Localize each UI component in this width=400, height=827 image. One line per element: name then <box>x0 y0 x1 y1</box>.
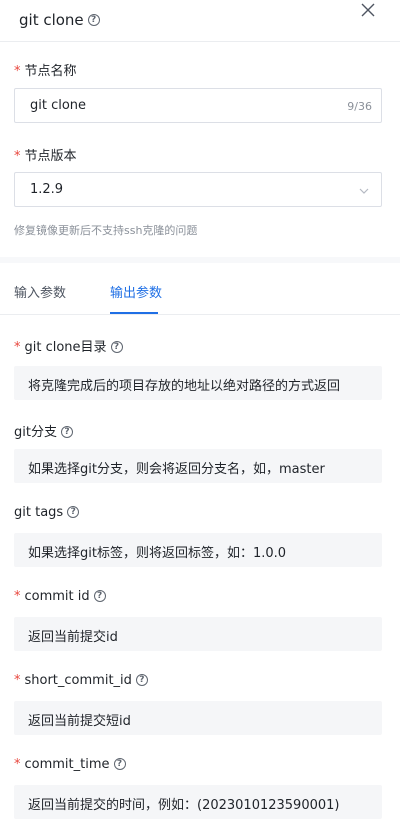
output-label-text: short_commit_id <box>24 673 132 688</box>
node-settings: * 节点名称 git clone 9/36 * 节点版本 1.2.9 修复镜像更新后… <box>0 42 400 257</box>
node-version-label-text: 节点版本 <box>24 149 77 164</box>
output-label-text: commit id <box>24 589 90 604</box>
tab-input-params[interactable]: 输入参数 <box>14 282 66 301</box>
output-desc-short-commit-id: 返回当前提交短id <box>14 701 382 735</box>
required-mark: * <box>14 149 21 164</box>
output-desc-text: 将克隆完成后的项目存放的地址以绝对路径的方式返回 <box>28 379 341 394</box>
help-circle-icon[interactable]: ? <box>135 673 148 686</box>
node-name-label: * 节点名称 <box>14 60 77 79</box>
output-label-commit-id: * commit id? <box>14 589 106 604</box>
output-desc-git-clone-dir: 将克隆完成后的项目存放的地址以绝对路径的方式返回 <box>14 366 382 400</box>
close-icon[interactable] <box>360 2 376 18</box>
output-desc-text: 返回当前提交id <box>28 630 118 645</box>
node-name-input[interactable]: git clone 9/36 <box>14 88 382 123</box>
required-mark: * <box>14 673 21 688</box>
node-name-label-text: 节点名称 <box>24 64 77 79</box>
chevron-down-icon <box>359 188 369 194</box>
help-circle-icon[interactable]: ? <box>87 13 100 26</box>
node-name-value: git clone <box>30 98 87 113</box>
output-label-short-commit-id: * short_commit_id? <box>14 673 148 688</box>
output-desc-text: 返回当前提交的时间，例如：(2023010123590001) <box>28 798 340 813</box>
required-mark: * <box>14 589 21 604</box>
output-label-git-tags: git tags? <box>14 505 80 520</box>
output-desc-git-tags: 如果选择git标签，则将返回标签，如：1.0.0 <box>14 533 382 567</box>
tab-output-params[interactable]: 输出参数 <box>110 282 162 301</box>
output-desc-text: 返回当前提交短id <box>28 714 131 729</box>
panel-title-row: git clone? <box>19 11 100 29</box>
node-version-select[interactable]: 1.2.9 <box>14 172 382 207</box>
output-label-git-clone-dir: * git clone目录? <box>14 336 123 355</box>
output-label-git-branch: git分支? <box>14 421 73 440</box>
output-label-commit-time: * commit_time? <box>14 757 126 772</box>
node-config-panel: git clone? * 节点名称 git clone 9/36 * 节点版本 1.… <box>0 0 400 827</box>
param-tabs: 输入参数 输出参数 <box>0 263 400 315</box>
output-label-text: git分支 <box>14 425 57 440</box>
required-mark: * <box>14 64 21 79</box>
help-circle-icon[interactable]: ? <box>93 589 106 602</box>
help-circle-icon[interactable]: ? <box>60 425 73 438</box>
panel-header: git clone? <box>0 0 400 42</box>
output-desc-text: 如果选择git标签，则将返回标签，如：1.0.0 <box>28 546 287 561</box>
help-circle-icon[interactable]: ? <box>113 757 126 770</box>
help-circle-icon[interactable]: ? <box>67 505 80 518</box>
node-version-value: 1.2.9 <box>30 182 64 197</box>
output-label-text: commit_time <box>24 757 110 772</box>
active-tab-indicator <box>110 312 158 314</box>
help-circle-icon[interactable]: ? <box>110 340 123 353</box>
output-label-text: git clone目录 <box>24 340 107 355</box>
required-mark: * <box>14 340 21 355</box>
output-label-text: git tags <box>14 505 64 520</box>
required-mark: * <box>14 757 21 772</box>
node-version-label: * 节点版本 <box>14 145 77 164</box>
output-desc-text: 如果选择git分支，则会将返回分支名，如，master <box>28 462 325 477</box>
version-hint: 修复镜像更新后不支持ssh克隆的问题 <box>14 224 198 237</box>
output-desc-commit-time: 返回当前提交的时间，例如：(2023010123590001) <box>14 785 382 819</box>
char-count: 9/36 <box>347 100 372 113</box>
output-desc-git-branch: 如果选择git分支，则会将返回分支名，如，master <box>14 449 382 483</box>
output-desc-commit-id: 返回当前提交id <box>14 617 382 651</box>
panel-title: git clone <box>19 11 84 29</box>
